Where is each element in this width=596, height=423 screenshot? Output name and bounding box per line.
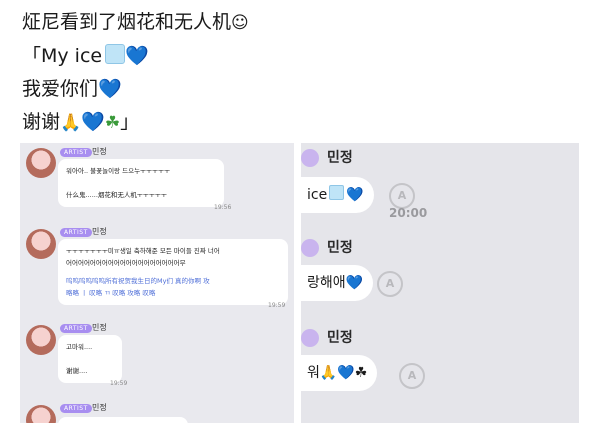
blue-heart-icon: 💙 bbox=[98, 78, 122, 100]
caption-line-2-text: 「My ice bbox=[22, 45, 103, 67]
avatar[interactable] bbox=[26, 325, 56, 355]
blue-heart-icon: 💙 bbox=[345, 275, 364, 291]
artist-badge: ARTIST bbox=[60, 324, 92, 333]
avatar[interactable] bbox=[26, 229, 56, 259]
avatar[interactable] bbox=[301, 239, 319, 257]
chat-bubble: 워아아.. 불꽃놀이랑 드으누ㅜㅜㅜㅜㅜ 什么鬼......烟花和无人机ㅜㅜㅜㅜ… bbox=[58, 159, 224, 207]
avatar[interactable] bbox=[301, 329, 319, 347]
message-line: 어어어어어어어어어어어어어어어어어어어무 bbox=[66, 259, 186, 267]
caption-line-4-end: 」 bbox=[120, 111, 140, 133]
message-text: 워 bbox=[307, 365, 320, 381]
translation-line: 略略 ㅣ 叹略 ㄲ 叹略 攻略 叹略 bbox=[66, 289, 156, 297]
artist-badge: ARTIST bbox=[60, 148, 92, 157]
artist-badge: ARTIST bbox=[60, 404, 92, 413]
message-time: 20:00 bbox=[389, 206, 428, 220]
artist-badge: ARTIST bbox=[60, 228, 92, 237]
caption-line-3: 我爱你们💙 bbox=[22, 73, 249, 106]
message-text: ice bbox=[307, 187, 328, 203]
translation-line: 呜呜呜呜呜呜所有祝贺我生日的My们 真的你啊 攻 bbox=[66, 277, 210, 285]
message-time: 19:59 bbox=[268, 302, 286, 309]
chat-bubble: ㅜㅜㅜㅜㅜㅜㅜ미ㅠ생일 축하해준 모든 마이들 진짜 너어 어어어어어어어어어어… bbox=[58, 239, 288, 305]
sender-name: 민정 bbox=[92, 227, 107, 236]
clover-icon: ☘ bbox=[104, 113, 121, 133]
avatar[interactable] bbox=[301, 149, 319, 167]
sender-name: 민정 bbox=[327, 330, 353, 346]
message-line: 고마워.... bbox=[66, 343, 93, 351]
left-chat-panel: ARTIST 민정 워아아.. 불꽃놀이랑 드으누ㅜㅜㅜㅜㅜ 什么鬼......… bbox=[20, 143, 294, 423]
chat-bubble: 랑해애💙 bbox=[301, 265, 374, 301]
message-line bbox=[66, 353, 114, 365]
message-line: 워아아.. 불꽃놀이랑 드으누ㅜㅜㅜㅜㅜ bbox=[66, 167, 170, 175]
avatar[interactable] bbox=[26, 148, 56, 178]
ice-cube-icon bbox=[329, 185, 345, 200]
sender-name: 민정 bbox=[92, 403, 107, 412]
sender-name: 민정 bbox=[92, 323, 107, 332]
caption-line-1-text: 炡尼看到了烟花和无人机 bbox=[22, 11, 232, 33]
blue-heart-icon: 💙 bbox=[81, 111, 105, 133]
message-time: 19:56 bbox=[214, 204, 232, 211]
message-text: 랑해애 bbox=[307, 275, 346, 291]
blue-heart-icon: 💙 bbox=[346, 187, 364, 203]
sender-name: 민정 bbox=[327, 240, 353, 256]
blue-heart-icon: 💙 bbox=[125, 45, 149, 67]
read-status-icon: A bbox=[399, 363, 425, 389]
message-line bbox=[66, 177, 216, 189]
message-line: 什么鬼......烟花和无人机ㅜㅜㅜㅜㅜ bbox=[66, 191, 167, 199]
sender-name: 민정 bbox=[92, 147, 107, 156]
message-time: 19:59 bbox=[110, 380, 128, 387]
chat-bubble bbox=[58, 417, 188, 423]
right-chat-panel: 민정 ice 💙 A 20:00 민정 랑해애💙 A 민정 워🙏💙☘ A bbox=[301, 143, 579, 423]
caption: 炡尼看到了烟花和无人机☺ 「My ice 💙 我爱你们💙 谢谢🙏💙☘」 bbox=[22, 6, 249, 140]
caption-line-4-text: 谢谢 bbox=[22, 111, 61, 133]
message-line: 谢谢.... bbox=[66, 367, 88, 375]
emoji-sequence: 🙏💙☘ bbox=[319, 365, 368, 381]
message-line: ㅜㅜㅜㅜㅜㅜㅜ미ㅠ생일 축하해준 모든 마이들 진짜 너어 bbox=[66, 247, 220, 255]
caption-line-2: 「My ice 💙 bbox=[22, 40, 249, 73]
chat-bubble: ice 💙 bbox=[301, 177, 374, 213]
praying-hands-icon: 🙏 bbox=[60, 113, 82, 133]
smiling-face-icon: ☺ bbox=[231, 13, 249, 33]
ice-cube-icon bbox=[105, 44, 126, 64]
sender-name: 민정 bbox=[327, 150, 353, 166]
caption-line-1: 炡尼看到了烟花和无人机☺ bbox=[22, 6, 249, 40]
chat-bubble: 워🙏💙☘ bbox=[301, 355, 378, 391]
read-status-icon: A bbox=[377, 271, 403, 297]
caption-line-4: 谢谢🙏💙☘」 bbox=[22, 106, 249, 140]
caption-line-3-text: 我爱你们 bbox=[22, 78, 99, 100]
chat-bubble: 고마워.... 谢谢.... bbox=[58, 335, 122, 383]
avatar[interactable] bbox=[26, 405, 56, 423]
